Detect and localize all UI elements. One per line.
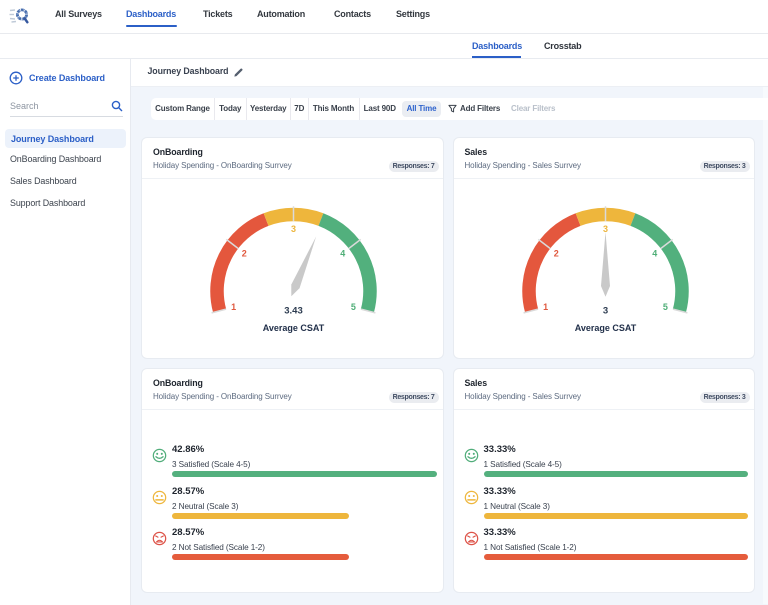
svg-text:3: 3: [602, 306, 607, 317]
svg-text:2: 2: [553, 248, 558, 258]
svg-text:3.43: 3.43: [284, 306, 303, 317]
svg-text:5: 5: [351, 302, 356, 312]
svg-text:Average CSAT: Average CSAT: [263, 323, 325, 333]
svg-text:4: 4: [652, 248, 657, 258]
svg-text:2: 2: [242, 248, 247, 258]
svg-text:Average CSAT: Average CSAT: [574, 323, 636, 333]
svg-text:5: 5: [662, 302, 667, 312]
svg-text:1: 1: [543, 302, 548, 312]
svg-text:1: 1: [231, 302, 236, 312]
svg-text:4: 4: [340, 248, 345, 258]
svg-text:3: 3: [291, 224, 296, 234]
